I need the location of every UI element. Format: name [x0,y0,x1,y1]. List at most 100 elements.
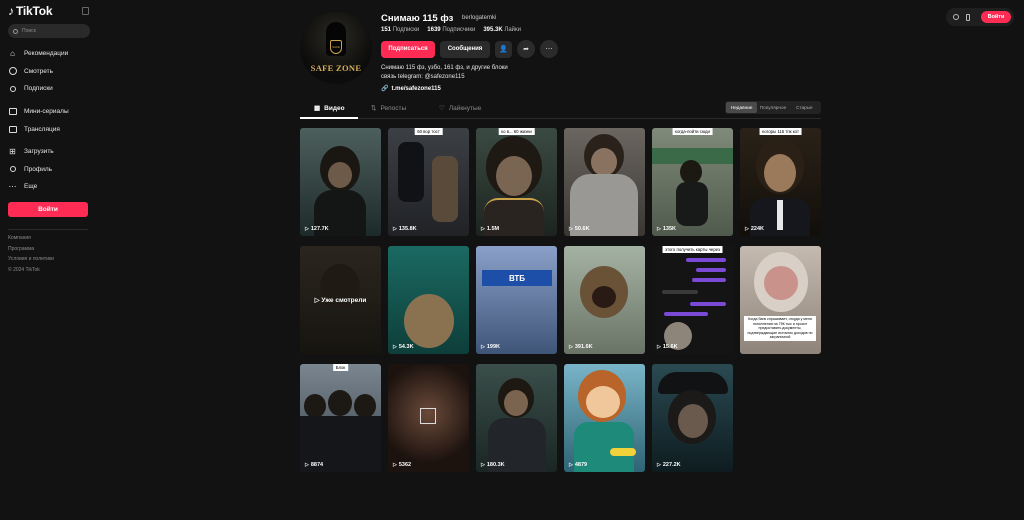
chat-message [664,312,708,316]
sort-popular[interactable]: Популярное [757,102,788,113]
sidebar-item-label: Трансляция [24,125,60,133]
tiktok-note-icon: ♪ [8,4,14,18]
video-tile[interactable]: Когда банк спрашивает, откуда у меня поп… [740,246,821,354]
top-right-controls: Войти [946,8,1014,26]
sort-oldest[interactable]: Старые [789,102,820,113]
video-tile[interactable]: ▷ 180.3K [476,364,557,472]
footer-link-terms[interactable]: Условия и политики [8,256,54,267]
video-tile[interactable]: ВТБ ▷ 199K [476,246,557,354]
view-count: ▷ 15.6K [657,344,678,350]
video-caption: Когда банк спрашивает, откуда у меня поп… [744,316,816,341]
tab-reposts[interactable]: ⇅ Репосты [371,104,407,113]
follow-button[interactable]: Подписаться [381,40,435,58]
video-tile[interactable]: ногоры 115 тпк кот ▷ 224K [740,128,821,236]
search-input[interactable]: Поиск [8,24,90,38]
video-tile[interactable]: ▷ 54.3K [388,246,469,354]
footer-link-company[interactable]: Компания [8,235,54,246]
video-tile[interactable]: 60 вор тост ▷ 135.8K [388,128,469,236]
grid-icon: ▦ [314,105,321,112]
sidebar-item-recommendations[interactable]: ⌂ Рекомендации [8,45,92,63]
view-count: ▷ 135K [657,226,677,232]
view-count: ▷ 54.3K [393,344,414,350]
sidebar-item-mini-series[interactable]: Мини-сериалы [8,103,92,121]
profile-stats: 151 Подписки 1639 Подписчики 395.3K Лайк… [381,27,521,33]
view-count: ▷ 391.6K [569,344,593,350]
sidebar-login-button[interactable]: Войти [8,202,88,217]
chat-message [686,258,726,262]
thumbnail-art [304,394,326,418]
video-tile[interactable]: ▷ 127.7K [300,128,381,236]
add-friend-icon[interactable]: 👤 [495,40,512,58]
thumbnail-art [496,156,532,196]
thumbnail-art [678,404,708,438]
sidebar-item-following[interactable]: Подписки [8,80,92,98]
active-tab-indicator [300,117,358,119]
video-caption: когда-пойти сюди [672,128,713,135]
play-icon: ▷ [481,226,485,232]
sidebar-item-upload[interactable]: ⊞ Загрузить [8,143,92,161]
play-icon: ▷ [657,344,661,350]
sidebar-item-more[interactable]: ⋯ Еще [8,178,92,196]
thumbnail-art [328,162,352,188]
coins-icon[interactable] [953,14,959,20]
shield-icon: SAFE [330,40,342,54]
stat-value: 395.3K [483,27,503,33]
video-caption: Блок [332,364,349,371]
sidebar-item-explore[interactable]: Смотреть [8,63,92,81]
video-tile[interactable]: Блок ▷ 8874 [300,364,381,472]
sidebar-item-label: Смотреть [24,67,53,75]
play-icon: ▷ [481,462,485,468]
video-tile[interactable]: ▷ 4879 [564,364,645,472]
sidebar-item-profile[interactable]: Профиль [8,161,92,179]
sort-recent[interactable]: Недавние [726,102,758,113]
play-icon: ▷ [305,462,309,468]
tab-label: Репосты [380,104,407,112]
collapse-sidebar-icon[interactable] [82,7,89,15]
search-placeholder: Поиск [22,28,36,34]
tiktok-logo[interactable]: ♪ TikTok [8,4,53,18]
tab-videos[interactable]: ▦ Видео [314,104,345,113]
view-count: ▷ 1.5M [481,226,500,232]
footer-copyright: © 2024 TikTok [8,266,40,273]
video-tile[interactable]: ▷ 227.2K [652,364,733,472]
video-tile[interactable]: ▷ Уже смотрели [300,246,381,354]
more-options-icon[interactable]: ⋯ [540,40,558,58]
top-login-button[interactable]: Войти [981,11,1011,23]
profile-link[interactable]: 🔗 t.me/safezone115 [381,85,441,93]
video-tile[interactable]: ▷ 391.6K [564,246,645,354]
video-tile[interactable]: ко в... 60 жизни ▷ 1.5M [476,128,557,236]
already-watched-overlay: ▷ Уже смотрели [300,246,381,354]
profile-actions: Подписаться Сообщения 👤 ➦ ⋯ [381,40,558,58]
thumbnail-art [354,394,376,418]
thumbnail-art [680,160,702,184]
upload-icon: ⊞ [9,147,16,157]
sidebar-item-live[interactable]: Трансляция [8,120,92,138]
app-download-icon[interactable] [966,13,970,21]
video-tile[interactable]: ▷ 5362 [388,364,469,472]
tab-liked[interactable]: ♡ Лайкнутые [439,104,481,113]
play-icon: ▷ [481,344,485,350]
profile-link-text: t.me/safezone115 [391,85,441,92]
video-tile[interactable]: ▷ 50.6K [564,128,645,236]
profile-bio: Снимаю 115 фз, узбо, 161 фз, и другие бл… [381,64,508,81]
play-icon: ▷ [314,297,322,304]
chat-message [662,290,698,294]
video-tile[interactable]: этого получить карты через ▷ 15.6K [652,246,733,354]
play-icon: ▷ [569,462,573,468]
thumbnail-art [764,154,796,192]
stat-following[interactable]: 151 Подписки [381,27,419,33]
profile-name: Снимаю 115 фз [381,13,454,24]
stat-label: Подписки [392,27,420,33]
stat-followers[interactable]: 1639 Подписчики [427,27,475,33]
view-count: ▷ 224K [745,226,765,232]
thumbnail-art [432,156,458,222]
sidebar-item-label: Еще [24,183,38,191]
footer-link-program[interactable]: Программа [8,246,54,257]
live-icon [8,125,17,134]
view-count: ▷ 227.2K [657,462,681,468]
repost-icon: ⇅ [371,105,377,112]
thumbnail-art [777,200,783,230]
message-button[interactable]: Сообщения [440,40,490,58]
share-icon[interactable]: ➦ [517,40,535,58]
video-tile[interactable]: когда-пойти сюди ▷ 135K [652,128,733,236]
